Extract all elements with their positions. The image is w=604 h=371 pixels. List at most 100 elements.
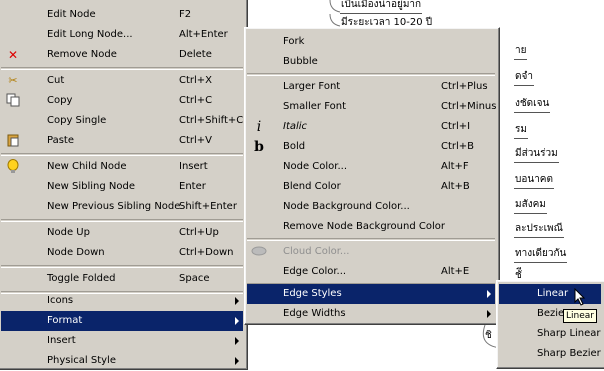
menu-separator bbox=[1, 67, 243, 70]
menu-separator bbox=[1, 153, 243, 156]
menu-item-label: Bubble bbox=[283, 56, 318, 67]
mindmap-node[interactable]: งชัดเจน bbox=[514, 96, 551, 113]
mindmap-node[interactable]: เป็นเมืองน่าอยู่มาก bbox=[340, 0, 423, 14]
bold-icon: b bbox=[254, 139, 264, 155]
format-item-node-background-color[interactable]: Node Background Color... bbox=[247, 197, 495, 217]
menu-item-label: Node Down bbox=[47, 247, 105, 258]
menu-separator bbox=[247, 73, 495, 76]
edge-style-sharp-bezier[interactable]: Sharp Bezier bbox=[499, 344, 601, 364]
mindmap-node[interactable]: มีส่วนร่วม bbox=[514, 146, 559, 163]
menu-item-label: Linear bbox=[537, 288, 569, 299]
menu-item-label: Copy bbox=[47, 95, 73, 106]
menu-item-format[interactable]: Format bbox=[1, 311, 243, 331]
menu-item-shortcut: Ctrl+X bbox=[179, 75, 213, 86]
mindmap-node[interactable]: าย bbox=[514, 43, 528, 60]
menu-item-shortcut: Ctrl+Shift+C bbox=[179, 115, 244, 126]
format-item-fork[interactable]: Fork bbox=[247, 32, 495, 52]
menu-item-label: Italic bbox=[283, 121, 308, 132]
menu-item-edit-node[interactable]: Edit Node F2 bbox=[1, 5, 243, 25]
menu-item-new-child-node[interactable]: New Child Node Insert bbox=[1, 157, 243, 177]
menu-item-remove-node[interactable]: ✕ Remove Node Delete bbox=[1, 45, 243, 65]
menu-item-copy[interactable]: Copy Ctrl+C bbox=[1, 91, 243, 111]
menu-item-label: Cut bbox=[47, 75, 65, 86]
mindmap-node[interactable]: รม bbox=[514, 122, 528, 139]
menu-item-label: Node Up bbox=[47, 227, 90, 238]
menu-item-label: Sharp Bezier bbox=[537, 348, 601, 359]
format-item-cloud-color[interactable]: Cloud Color... bbox=[247, 242, 495, 262]
edge-styles-submenu: Linear Bezier Sharp Linear Sharp Bezier bbox=[496, 280, 604, 369]
menu-item-copy-single[interactable]: Copy Single Ctrl+Shift+C bbox=[1, 111, 243, 131]
menu-item-shortcut: Ctrl+B bbox=[441, 141, 475, 152]
format-item-smaller-font[interactable]: Smaller Font Ctrl+Minus bbox=[247, 97, 497, 117]
menu-item-label: New Previous Sibling Node bbox=[47, 201, 181, 212]
menu-item-shortcut: Insert bbox=[179, 161, 208, 172]
menu-item-label: Insert bbox=[47, 335, 76, 346]
menu-item-label: New Child Node bbox=[47, 161, 127, 172]
mindmap-node[interactable]: ชิ bbox=[484, 328, 493, 344]
menu-item-label: Bold bbox=[283, 141, 306, 152]
menu-item-label: Physical Style bbox=[47, 355, 116, 366]
menu-item-shortcut: Space bbox=[179, 273, 210, 284]
format-item-edge-widths[interactable]: Edge Widths bbox=[247, 304, 495, 324]
menu-item-paste[interactable]: Paste Ctrl+V bbox=[1, 131, 243, 151]
menu-item-insert[interactable]: Insert bbox=[1, 331, 243, 351]
format-item-bubble[interactable]: Bubble bbox=[247, 52, 495, 72]
cut-icon: ✂ bbox=[8, 74, 18, 87]
format-item-bold[interactable]: b Bold Ctrl+B bbox=[247, 137, 495, 157]
format-item-edge-color[interactable]: Edge Color... Alt+E bbox=[247, 262, 495, 282]
menu-separator bbox=[1, 219, 243, 222]
mindmap-node[interactable]: ดจำ bbox=[514, 69, 534, 86]
menu-item-shortcut: Ctrl+Plus bbox=[441, 81, 488, 92]
mindmap-node[interactable]: บอนาคต bbox=[514, 172, 554, 189]
menu-separator bbox=[1, 265, 243, 268]
italic-icon: i bbox=[256, 119, 262, 135]
menu-item-label: Icons bbox=[47, 295, 74, 306]
menu-item-cut[interactable]: ✂ Cut Ctrl+X bbox=[1, 71, 243, 91]
menu-item-physical-style[interactable]: Physical Style bbox=[1, 351, 243, 371]
menu-item-toggle-folded[interactable]: Toggle Folded Space bbox=[1, 269, 243, 289]
menu-item-label: Format bbox=[47, 315, 83, 326]
menu-item-node-down[interactable]: Node Down Ctrl+Down bbox=[1, 243, 243, 263]
submenu-arrow-icon bbox=[235, 317, 239, 325]
format-item-italic[interactable]: i Italic Ctrl+I bbox=[247, 117, 495, 137]
mindmap-node[interactable]: ทางเดียวกัน bbox=[514, 246, 568, 263]
format-item-larger-font[interactable]: Larger Font Ctrl+Plus bbox=[247, 77, 495, 97]
format-item-blend-color[interactable]: Blend Color Alt+B bbox=[247, 177, 495, 197]
menu-item-new-sibling-node[interactable]: New Sibling Node Enter bbox=[1, 177, 243, 197]
menu-item-shortcut: F2 bbox=[179, 9, 192, 20]
menu-item-shortcut: Ctrl+Minus bbox=[441, 101, 497, 112]
menu-item-shortcut: Delete bbox=[179, 49, 212, 60]
menu-item-shortcut: Enter bbox=[179, 181, 206, 192]
format-item-node-color[interactable]: Node Color... Alt+F bbox=[247, 157, 495, 177]
menu-item-label: Edge Widths bbox=[283, 308, 346, 319]
remove-icon: ✕ bbox=[7, 48, 19, 62]
menu-item-shortcut: Alt+E bbox=[441, 266, 470, 277]
submenu-arrow-icon bbox=[235, 337, 239, 345]
menu-item-label: Fork bbox=[283, 36, 305, 47]
menu-item-new-previous-sibling-node[interactable]: New Previous Sibling Node Shift+Enter bbox=[1, 197, 243, 217]
tooltip: Linear bbox=[563, 309, 597, 323]
menu-item-label: Edge Color... bbox=[283, 266, 347, 277]
menu-item-shortcut: Alt+B bbox=[441, 181, 470, 192]
menu-item-shortcut: Alt+Enter bbox=[179, 29, 228, 40]
lightbulb-icon bbox=[5, 159, 21, 175]
menu-item-edit-long-node[interactable]: Edit Long Node... Alt+Enter bbox=[1, 25, 243, 45]
edge-style-sharp-linear[interactable]: Sharp Linear bbox=[499, 324, 601, 344]
menu-item-shortcut: Ctrl+C bbox=[179, 95, 213, 106]
menu-item-label: Edit Long Node... bbox=[47, 29, 133, 40]
menu-item-shortcut: Ctrl+Up bbox=[179, 227, 219, 238]
menu-item-label: Edit Node bbox=[47, 9, 96, 20]
menu-item-label: Paste bbox=[47, 135, 74, 146]
menu-item-label: Copy Single bbox=[47, 115, 107, 126]
menu-item-label: Sharp Linear bbox=[537, 328, 601, 339]
menu-item-label: Remove Node Background Color bbox=[283, 221, 445, 232]
format-item-remove-node-background-color[interactable]: Remove Node Background Color bbox=[247, 217, 495, 237]
mindmap-node[interactable]: ละประเพณี bbox=[514, 221, 564, 238]
paste-icon bbox=[5, 133, 21, 149]
menu-item-node-up[interactable]: Node Up Ctrl+Up bbox=[1, 223, 243, 243]
mindmap-node[interactable]: มสังคม bbox=[514, 197, 547, 214]
submenu-arrow-icon bbox=[487, 290, 491, 298]
menu-item-icons[interactable]: Icons bbox=[1, 291, 243, 311]
menu-item-shortcut: Alt+F bbox=[441, 161, 469, 172]
format-item-edge-styles[interactable]: Edge Styles bbox=[247, 284, 495, 304]
